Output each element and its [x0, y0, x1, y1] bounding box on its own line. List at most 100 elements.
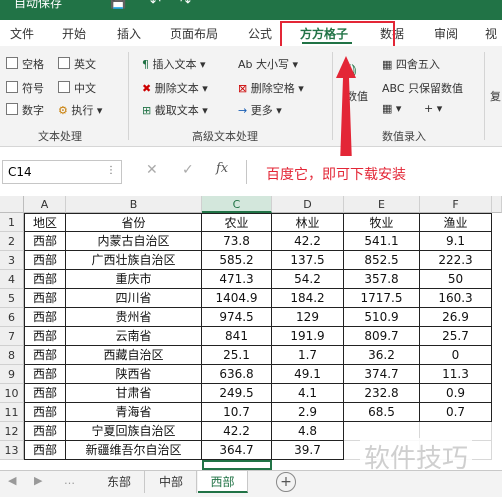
more-sheets-icon[interactable]: …	[64, 474, 75, 487]
table-cell[interactable]: 249.5	[202, 384, 272, 403]
table-cell[interactable]: 西部	[24, 441, 66, 460]
row-header[interactable]: 4	[0, 270, 24, 289]
scroll-left-icon[interactable]: ◀	[8, 474, 16, 487]
table-cell[interactable]: 25.7	[420, 327, 492, 346]
table-cell[interactable]: 西藏自治区	[66, 346, 202, 365]
undo-icon[interactable]: ↶	[150, 0, 161, 10]
extract-text-button[interactable]: ⊞ 截取文本 ▾	[142, 102, 208, 118]
table-cell[interactable]: 68.5	[344, 403, 420, 422]
table-cell[interactable]: 471.3	[202, 270, 272, 289]
table-cell[interactable]: 510.9	[344, 308, 420, 327]
selected-cell-c14[interactable]	[202, 460, 272, 470]
chevron-down-icon[interactable]: ⋮	[106, 165, 116, 176]
table-cell[interactable]: 青海省	[66, 403, 202, 422]
row-header[interactable]: 3	[0, 251, 24, 270]
table-cell[interactable]: 西部	[24, 270, 66, 289]
table-cell[interactable]: 内蒙古自治区	[66, 232, 202, 251]
row-header[interactable]: 6	[0, 308, 24, 327]
tab-page-layout[interactable]: 页面布局	[170, 25, 218, 42]
table-cell[interactable]: 0.7	[420, 403, 492, 422]
grid-icon[interactable]: ▦ ▾	[382, 102, 401, 115]
table-cell[interactable]: 贵州省	[66, 308, 202, 327]
table-cell[interactable]: 585.2	[202, 251, 272, 270]
case-button[interactable]: Ab 大小写 ▾	[238, 56, 298, 72]
option-number[interactable]: 数字	[6, 102, 44, 118]
table-cell[interactable]: 西部	[24, 232, 66, 251]
tab-review[interactable]: 审阅	[434, 25, 458, 42]
table-cell[interactable]: 宁夏回族自治区	[66, 422, 202, 441]
table-cell[interactable]: 160.3	[420, 289, 492, 308]
sheet-tab-east[interactable]: 东部	[94, 471, 145, 493]
scroll-right-icon[interactable]: ▶	[34, 474, 42, 487]
table-cell[interactable]: 西部	[24, 327, 66, 346]
table-cell[interactable]: 广西壮族自治区	[66, 251, 202, 270]
table-cell[interactable]: 4.1	[272, 384, 344, 403]
add-sheet-icon[interactable]: +	[276, 472, 296, 492]
option-english[interactable]: 英文	[58, 56, 96, 72]
table-cell[interactable]: 73.8	[202, 232, 272, 251]
table-cell[interactable]: 841	[202, 327, 272, 346]
tab-insert[interactable]: 插入	[117, 25, 141, 42]
table-cell[interactable]: 184.2	[272, 289, 344, 308]
table-cell[interactable]: 50	[420, 270, 492, 289]
table-cell[interactable]: 0	[420, 346, 492, 365]
option-symbol[interactable]: 符号	[6, 80, 44, 96]
table-cell[interactable]: 636.8	[202, 365, 272, 384]
table-cell[interactable]: 西部	[24, 346, 66, 365]
select-all-corner[interactable]	[0, 196, 24, 213]
table-cell[interactable]: 4.8	[272, 422, 344, 441]
table-cell[interactable]: 357.8	[344, 270, 420, 289]
table-cell[interactable]: 541.1	[344, 232, 420, 251]
confirm-icon[interactable]: ✓	[182, 162, 194, 178]
table-cell[interactable]: 西部	[24, 289, 66, 308]
tab-formulas[interactable]: 公式	[248, 25, 272, 42]
table-cell[interactable]: 西部	[24, 365, 66, 384]
table-cell[interactable]: 9.1	[420, 232, 492, 251]
table-cell[interactable]: 974.5	[202, 308, 272, 327]
table-cell[interactable]: 852.5	[344, 251, 420, 270]
header-cell[interactable]: 地区	[24, 213, 66, 232]
header-cell[interactable]: 农业	[202, 213, 272, 232]
delete-space-button[interactable]: ⊠ 删除空格 ▾	[238, 80, 304, 96]
header-cell[interactable]: 林业	[272, 213, 344, 232]
header-cell[interactable]: 省份	[66, 213, 202, 232]
column-header-e[interactable]: E	[344, 196, 420, 213]
column-header-c[interactable]: C	[202, 196, 272, 213]
row-header[interactable]: 13	[0, 441, 24, 460]
table-cell[interactable]: 11.3	[420, 365, 492, 384]
row-header[interactable]: 5	[0, 289, 24, 308]
table-cell[interactable]: 1404.9	[202, 289, 272, 308]
table-cell[interactable]: 26.9	[420, 308, 492, 327]
table-cell[interactable]: 西部	[24, 251, 66, 270]
table-cell[interactable]: 陕西省	[66, 365, 202, 384]
table-cell[interactable]: 364.7	[202, 441, 272, 460]
option-space[interactable]: 空格	[6, 56, 44, 72]
table-cell[interactable]: 西部	[24, 403, 66, 422]
table-cell[interactable]: 新疆维吾尔自治区	[66, 441, 202, 460]
execute-button[interactable]: ⚙ 执行 ▾	[58, 102, 102, 118]
table-cell[interactable]: 25.1	[202, 346, 272, 365]
table-cell[interactable]: 四川省	[66, 289, 202, 308]
column-header-a[interactable]: A	[24, 196, 66, 213]
table-cell[interactable]: 49.1	[272, 365, 344, 384]
row-header[interactable]: 10	[0, 384, 24, 403]
table-cell[interactable]: 甘肃省	[66, 384, 202, 403]
table-cell[interactable]: 232.8	[344, 384, 420, 403]
table-cell[interactable]: 42.2	[202, 422, 272, 441]
table-cell[interactable]: 0.9	[420, 384, 492, 403]
delete-text-button[interactable]: ✖ 删除文本 ▾	[142, 80, 208, 96]
column-header-f[interactable]: F	[420, 196, 492, 213]
row-header[interactable]: 11	[0, 403, 24, 422]
table-cell[interactable]: 2.9	[272, 403, 344, 422]
table-cell[interactable]: 54.2	[272, 270, 344, 289]
table-cell[interactable]: 137.5	[272, 251, 344, 270]
row-header[interactable]: 9	[0, 365, 24, 384]
option-chinese[interactable]: 中文	[58, 80, 96, 96]
cancel-icon[interactable]: ✕	[146, 162, 158, 178]
more-button[interactable]: → 更多 ▾	[238, 102, 282, 118]
table-cell[interactable]: 重庆市	[66, 270, 202, 289]
row-header[interactable]: 8	[0, 346, 24, 365]
round-button[interactable]: ▦ 四舍五入	[382, 56, 440, 72]
plus-icon[interactable]: + ▾	[424, 102, 442, 115]
column-header-b[interactable]: B	[66, 196, 202, 213]
